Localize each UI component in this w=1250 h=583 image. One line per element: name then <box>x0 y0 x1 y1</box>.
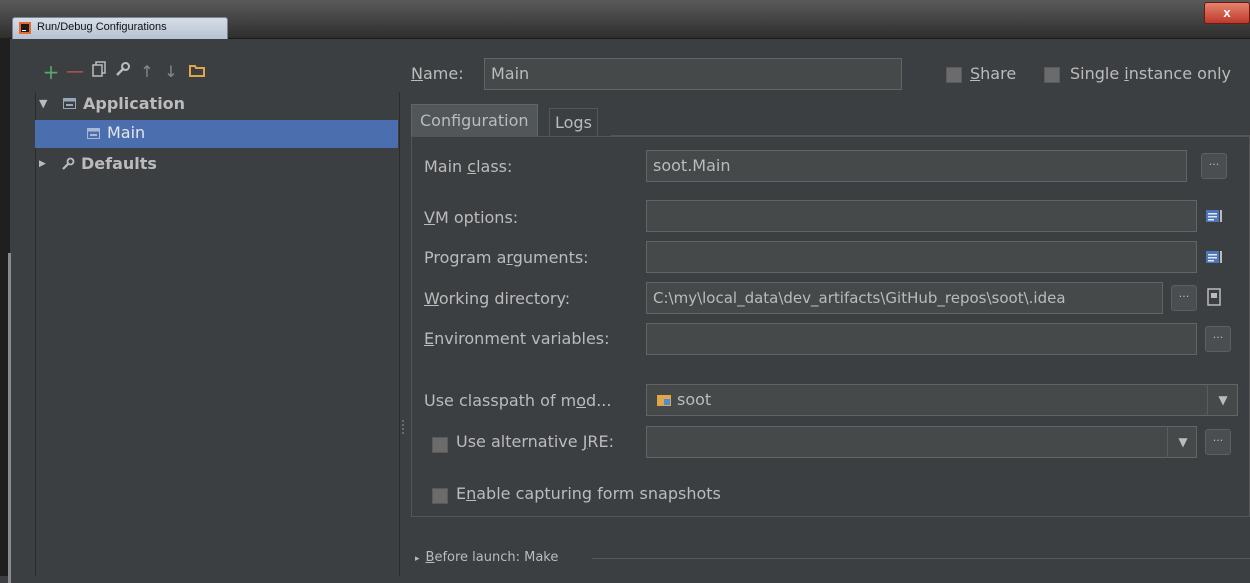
expand-arrow-icon: ▸ <box>415 554 420 564</box>
tree-item-defaults[interactable]: ▶ Defaults <box>35 151 398 177</box>
tab-logs[interactable]: Logs <box>549 108 598 137</box>
program-arguments-label: Program arguments: <box>424 248 589 267</box>
move-up-icon[interactable]: ↑ <box>136 60 158 84</box>
collapsed-arrow-icon[interactable]: ▶ <box>39 151 46 177</box>
window-title-tab: Run/Debug Configurations <box>12 17 228 39</box>
tree-item-application[interactable]: ▼ Application <box>35 91 398 117</box>
name-field[interactable]: Main <box>484 58 902 90</box>
classpath-module-value: soot <box>677 390 712 409</box>
folder-icon[interactable] <box>186 60 208 84</box>
before-launch-divider <box>592 558 1250 559</box>
classpath-module-label: Use classpath of mod... <box>424 391 612 410</box>
add-icon[interactable]: + <box>40 60 62 84</box>
window-title: Run/Debug Configurations <box>37 21 167 33</box>
capture-snapshots-checkbox[interactable] <box>432 488 448 504</box>
environment-variables-field[interactable] <box>646 323 1197 355</box>
tree-item-main[interactable]: Main <box>35 120 398 148</box>
scroll-highlight <box>8 253 11 583</box>
splitter-handle[interactable] <box>401 420 405 436</box>
main-class-field[interactable]: soot.Main <box>646 150 1187 182</box>
expand-text-icon[interactable] <box>1205 207 1223 225</box>
environment-variables-label: Environment variables: <box>424 329 610 348</box>
vm-options-field[interactable] <box>646 200 1197 232</box>
tree-item-main-label: Main <box>107 123 146 142</box>
tab-configuration[interactable]: Configuration <box>411 104 538 137</box>
program-arguments-field[interactable] <box>646 241 1197 273</box>
macro-icon[interactable] <box>1205 288 1223 306</box>
capture-snapshots-label: Enable capturing form snapshots <box>456 484 721 503</box>
intellij-app-icon <box>19 22 31 34</box>
close-button[interactable]: x <box>1204 2 1250 24</box>
share-checkbox[interactable] <box>946 67 962 83</box>
working-directory-label: Working directory: <box>424 289 571 308</box>
module-folder-icon <box>657 395 671 406</box>
alternative-jre-select[interactable] <box>646 426 1197 458</box>
application-icon <box>63 98 76 109</box>
window-left-edge <box>0 38 11 583</box>
alternative-jre-browse-button[interactable]: ··· <box>1205 429 1231 455</box>
main-class-label: Main class: <box>424 157 513 176</box>
window-titlebar: Run/Debug Configurations x <box>0 0 1250 39</box>
expand-text-icon[interactable] <box>1205 248 1223 266</box>
alternative-jre-checkbox[interactable] <box>432 437 448 453</box>
tree-item-defaults-label: Defaults <box>81 154 157 173</box>
environment-variables-edit-button[interactable]: ··· <box>1205 326 1231 352</box>
wrench-icon[interactable] <box>112 60 134 84</box>
single-instance-checkbox[interactable] <box>1044 67 1060 83</box>
working-directory-field[interactable]: C:\my\local_data\dev_artifacts\GitHub_re… <box>646 282 1163 314</box>
working-directory-browse-button[interactable]: ··· <box>1171 285 1197 311</box>
classpath-module-select[interactable]: soot <box>646 384 1238 416</box>
tree-item-application-label: Application <box>83 94 186 113</box>
alternative-jre-label: Use alternative JRE: <box>456 432 615 451</box>
application-config-icon <box>87 128 100 139</box>
name-label: Name: <box>411 64 464 83</box>
chevron-down-icon[interactable]: ▼ <box>1167 426 1198 458</box>
remove-icon[interactable]: — <box>64 60 86 84</box>
before-launch-toggle[interactable]: ▸ Before launch: Make <box>415 548 558 569</box>
copy-icon[interactable] <box>88 60 110 84</box>
expanded-arrow-icon[interactable]: ▼ <box>39 91 47 117</box>
single-instance-label: Single instance only <box>1070 64 1231 83</box>
move-down-icon[interactable]: ↓ <box>160 60 182 84</box>
main-class-browse-button[interactable]: ··· <box>1201 153 1227 179</box>
wrench-icon <box>62 157 75 170</box>
vm-options-label: VM options: <box>424 208 519 227</box>
share-label: Share <box>970 64 1017 83</box>
chevron-down-icon[interactable]: ▼ <box>1207 384 1238 416</box>
